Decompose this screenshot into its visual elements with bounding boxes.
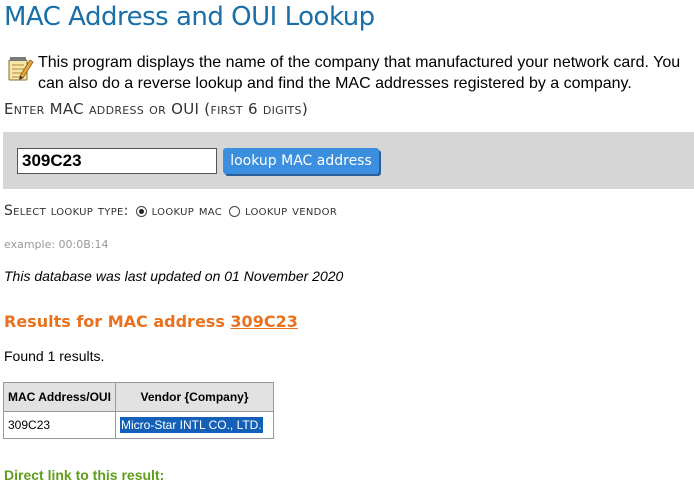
cell-vendor: Micro-Star INTL CO., LTD. bbox=[115, 411, 274, 439]
table-row: 309C23 Micro-Star INTL CO., LTD. bbox=[3, 411, 274, 439]
results-mac-link[interactable]: 309C23 bbox=[230, 312, 297, 331]
vendor-name-selected[interactable]: Micro-Star INTL CO., LTD. bbox=[120, 417, 263, 433]
intro-paragraph: This program displays the name of the co… bbox=[6, 52, 692, 94]
column-header-vendor: Vendor {Company} bbox=[115, 382, 274, 412]
lookup-type-label: Select lookup type: bbox=[4, 203, 129, 219]
lookup-type-selector: Select lookup type: lookup mac lookup ve… bbox=[4, 203, 337, 219]
results-count: Found 1 results. bbox=[4, 348, 105, 364]
radio-lookup-mac-label[interactable]: lookup mac bbox=[152, 203, 222, 219]
cell-mac: 309C23 bbox=[3, 411, 116, 439]
radio-lookup-mac[interactable] bbox=[135, 205, 147, 217]
mac-search-input[interactable] bbox=[17, 148, 217, 174]
example-hint: example: 00:0B:14 bbox=[4, 238, 109, 251]
radio-lookup-vendor[interactable] bbox=[229, 205, 240, 217]
column-header-mac: MAC Address/OUI bbox=[3, 382, 116, 412]
search-panel: lookup MAC address bbox=[3, 132, 694, 189]
database-updated-note: This database was last updated on 01 Nov… bbox=[4, 268, 344, 284]
notepad-pencil-icon bbox=[6, 54, 34, 82]
table-header-row: MAC Address/OUI Vendor {Company} bbox=[3, 382, 274, 412]
direct-link-label: Direct link to this result: bbox=[4, 467, 165, 483]
results-heading: Results for MAC address 309C23 bbox=[4, 312, 298, 331]
radio-lookup-vendor-label[interactable]: lookup vendor bbox=[245, 203, 337, 219]
results-table: MAC Address/OUI Vendor {Company} 309C23 … bbox=[3, 382, 274, 439]
intro-text: This program displays the name of the co… bbox=[38, 54, 681, 92]
lookup-mac-button[interactable]: lookup MAC address bbox=[223, 148, 379, 174]
page-title: MAC Address and OUI Lookup bbox=[4, 2, 375, 32]
enter-mac-label: Enter MAC address or OUI (first 6 digits… bbox=[4, 100, 308, 118]
page: MAC Address and OUI Lookup This program … bbox=[0, 0, 694, 483]
results-heading-text: Results for MAC address bbox=[4, 312, 225, 331]
